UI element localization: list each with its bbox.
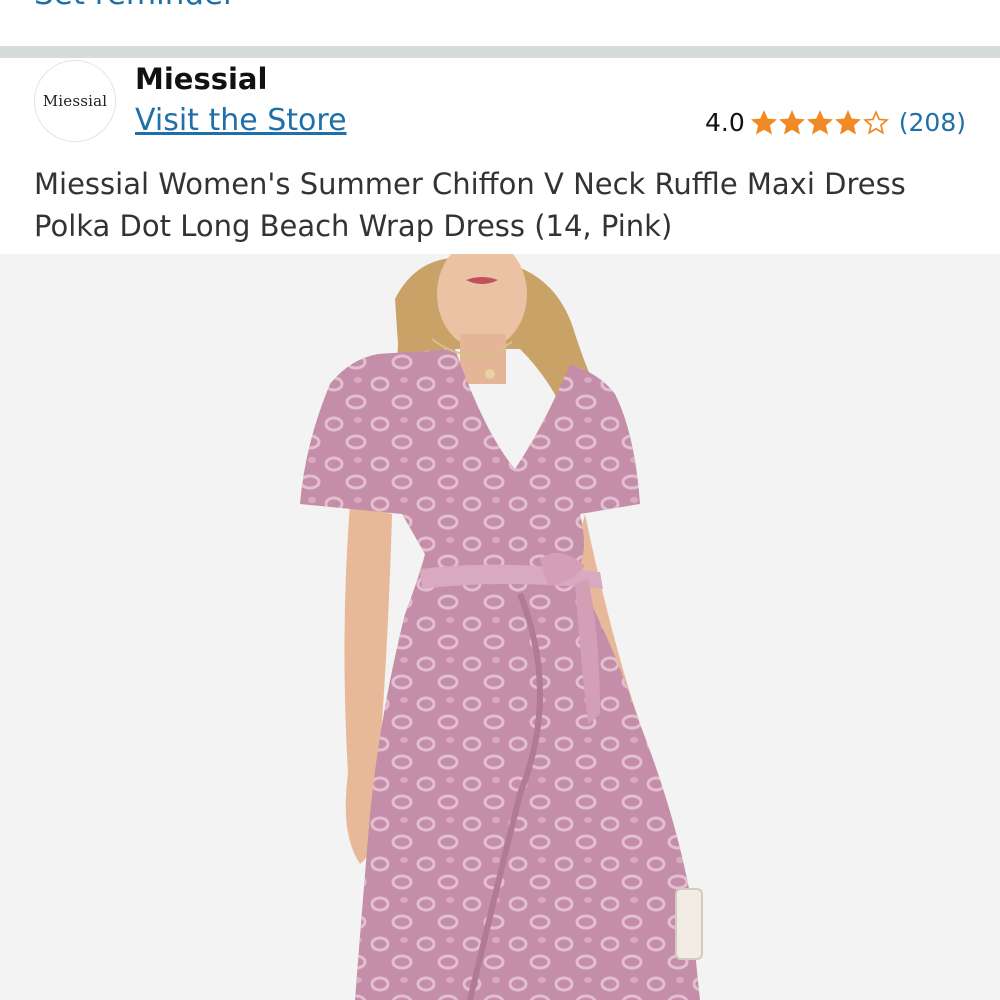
product-title: Miessial Women's Summer Chiffon V Neck R… — [34, 167, 906, 243]
brand-row: Miessial Miessial Visit the Store 4.0 (2… — [0, 58, 1000, 148]
visit-store-link[interactable]: Visit the Store — [135, 103, 347, 138]
rating-count[interactable]: (208) — [899, 108, 966, 137]
brand-logo[interactable]: Miessial — [34, 60, 116, 142]
set-reminder-link[interactable]: Set reminder — [34, 0, 236, 12]
rating-value: 4.0 — [705, 108, 745, 137]
handbag — [675, 888, 703, 960]
star-filled-icon — [834, 109, 861, 135]
star-rating[interactable] — [750, 109, 891, 136]
model-neck — [460, 334, 506, 384]
brand-name: Miessial — [135, 62, 268, 96]
section-divider — [0, 46, 1000, 58]
product-image[interactable] — [0, 254, 1000, 1000]
brand-logo-text: Miessial — [42, 92, 108, 110]
product-image-area[interactable] — [0, 254, 1000, 1000]
star-filled-icon — [806, 109, 833, 135]
star-filled-icon — [778, 109, 805, 135]
star-empty-icon — [862, 109, 889, 135]
top-strip: Set reminder — [0, 0, 1000, 46]
star-filled-icon — [750, 109, 777, 135]
rating-summary[interactable]: 4.0 (208) — [705, 108, 966, 137]
